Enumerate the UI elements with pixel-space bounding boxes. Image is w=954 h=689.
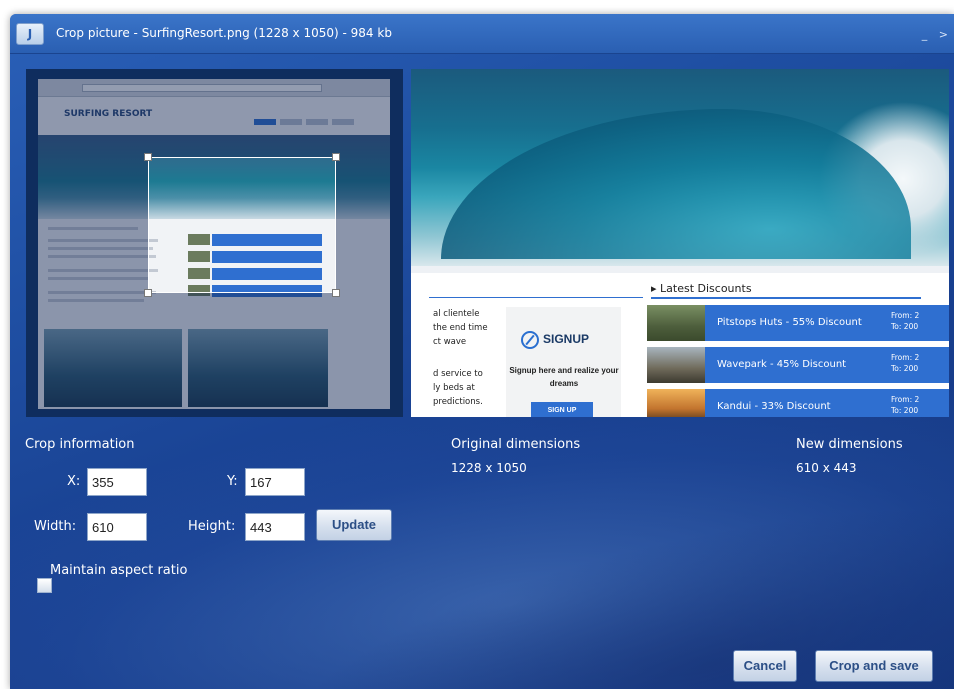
signup-tagline: Signup here and realize your dreams — [509, 366, 619, 388]
latest-discounts-rule — [651, 297, 921, 299]
window-controls[interactable]: _ > — [922, 28, 952, 41]
update-button[interactable]: Update — [316, 509, 392, 541]
crop-shade-left — [38, 157, 148, 293]
deal-dates: From: 2 To: 200 — [891, 310, 919, 332]
deal-thumbnail — [647, 347, 705, 383]
deal-from: From: 2 — [891, 311, 920, 320]
deal-row: Wavepark - 45% Discount From: 2 To: 200 — [647, 347, 949, 383]
latest-discounts-heading: ▸ Latest Discounts — [651, 282, 752, 295]
width-input[interactable]: 610 — [87, 513, 147, 541]
snippet-line: al clientele — [433, 309, 480, 319]
signup-logo-text: SIGNUP — [543, 332, 590, 347]
signup-logo: SIGNUP — [521, 331, 589, 349]
maintain-aspect-label[interactable]: Maintain aspect ratio — [50, 563, 187, 578]
y-label: Y: — [227, 474, 238, 489]
title-bar: J Crop picture - SurfingResort.png (1228… — [10, 14, 954, 54]
deal-to: To: 200 — [891, 406, 919, 415]
latest-discounts-text: Latest Discounts — [660, 282, 752, 295]
deal-thumbnail — [647, 305, 705, 341]
width-label: Width: — [34, 519, 77, 534]
crop-handle-bottom-left[interactable] — [144, 289, 152, 297]
preview-left-rule — [429, 297, 643, 298]
deal-row: Pitstops Huts - 55% Discount From: 2 To: … — [647, 305, 949, 341]
y-input[interactable]: 167 — [245, 468, 305, 496]
cancel-button[interactable]: Cancel — [733, 650, 797, 682]
deal-from: From: 2 — [891, 395, 920, 404]
crop-dialog: J Crop picture - SurfingResort.png (1228… — [10, 14, 954, 689]
maintain-aspect-checkbox[interactable] — [37, 578, 52, 593]
snippet-line: predictions. — [433, 397, 483, 407]
crop-selection-rect[interactable] — [148, 157, 336, 293]
deal-name: Kandui - 33% Discount — [717, 401, 831, 412]
deal-dates: From: 2 To: 200 — [891, 352, 919, 374]
crop-handle-bottom-right[interactable] — [332, 289, 340, 297]
preview-divider — [411, 266, 949, 273]
new-dimensions-value: 610 x 443 — [796, 461, 857, 475]
deal-from: From: 2 — [891, 353, 920, 362]
crop-and-save-button[interactable]: Crop and save — [815, 650, 933, 682]
signup-pen-icon — [521, 331, 539, 349]
snippet-line: the end time — [433, 323, 488, 333]
source-image[interactable]: SURFING RESORT — [38, 79, 390, 409]
height-label: Height: — [188, 519, 236, 534]
window-title: Crop picture - SurfingResort.png (1228 x… — [56, 26, 392, 40]
deal-name: Pitstops Huts - 55% Discount — [717, 317, 862, 328]
deal-to: To: 200 — [891, 364, 919, 373]
crop-result-panel: ▸ Latest Discounts al clientele the end … — [411, 69, 949, 417]
original-dimensions-value: 1228 x 1050 — [451, 461, 527, 475]
new-dimensions-heading: New dimensions — [796, 437, 903, 452]
app-icon: J — [16, 23, 44, 45]
deal-to: To: 200 — [891, 322, 919, 331]
x-label: X: — [67, 474, 81, 489]
deal-thumbnail — [647, 389, 705, 417]
crop-handle-top-right[interactable] — [332, 153, 340, 161]
source-preview-panel: SURFING RESORT — [26, 69, 403, 417]
crop-shade-bottom — [38, 293, 390, 409]
signup-button-preview: SIGN UP — [531, 402, 593, 417]
signup-box — [506, 307, 621, 417]
snippet-line: ly beds at — [433, 383, 475, 393]
x-input[interactable]: 355 — [87, 468, 147, 496]
crop-shade-right — [336, 157, 390, 293]
snippet-line: d service to — [433, 369, 483, 379]
original-dimensions-heading: Original dimensions — [451, 437, 581, 452]
crop-shade-top — [38, 79, 390, 157]
deal-dates: From: 2 To: 200 — [891, 394, 919, 416]
height-input[interactable]: 443 — [245, 513, 305, 541]
crop-handle-top-left[interactable] — [144, 153, 152, 161]
deal-name: Wavepark - 45% Discount — [717, 359, 847, 370]
crop-info-heading: Crop information — [25, 437, 135, 452]
snippet-line: ct wave — [433, 337, 467, 347]
deal-row: Kandui - 33% Discount From: 2 To: 200 — [647, 389, 949, 417]
